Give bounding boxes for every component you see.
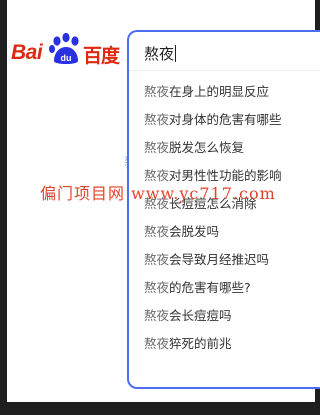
suggestion-item[interactable]: 熬夜会脱发吗 [144,218,282,246]
paw-logo-icon: du [49,32,79,64]
suggestion-item[interactable]: 熬夜的危害有哪些? [144,274,282,302]
suggestion-divider [129,70,320,71]
search-input[interactable]: 熬夜 [144,42,294,66]
suggestion-item[interactable]: 熬夜脱发怎么恢复 [144,134,282,162]
suggestion-item[interactable]: 熬夜会长痘痘吗 [144,302,282,330]
suggestion-item[interactable]: 熬夜猝死的前兆 [144,330,282,358]
text-caret [175,45,177,62]
search-box[interactable]: 熬夜 熬夜在身上的明显反应 熬夜对身体的危害有哪些 熬夜脱发怎么恢复 熬夜对男性… [127,30,320,389]
suggestion-item[interactable]: 熬夜会导致月经推迟吗 [144,246,282,274]
baidu-logo[interactable]: Bai du 百度 [11,32,121,70]
search-query-text: 熬夜 [144,45,175,63]
logo-text-chinese: 百度 [83,45,120,67]
paw-logo-text: du [61,53,72,63]
watermark-text: 偏门项目网 www.yc717.com [40,184,276,203]
suggestion-item[interactable]: 熬夜对身体的危害有哪些 [144,106,282,134]
baidu-page: Bai du 百度 新 熬夜 熬夜在身上的明显反应 熬夜对身体的危害有哪些 熬夜… [7,0,320,402]
suggestion-list: 熬夜在身上的明显反应 熬夜对身体的危害有哪些 熬夜脱发怎么恢复 熬夜对男性性功能… [144,78,282,358]
suggestion-item[interactable]: 熬夜在身上的明显反应 [144,78,282,106]
logo-text-latin: Bai [11,41,43,64]
